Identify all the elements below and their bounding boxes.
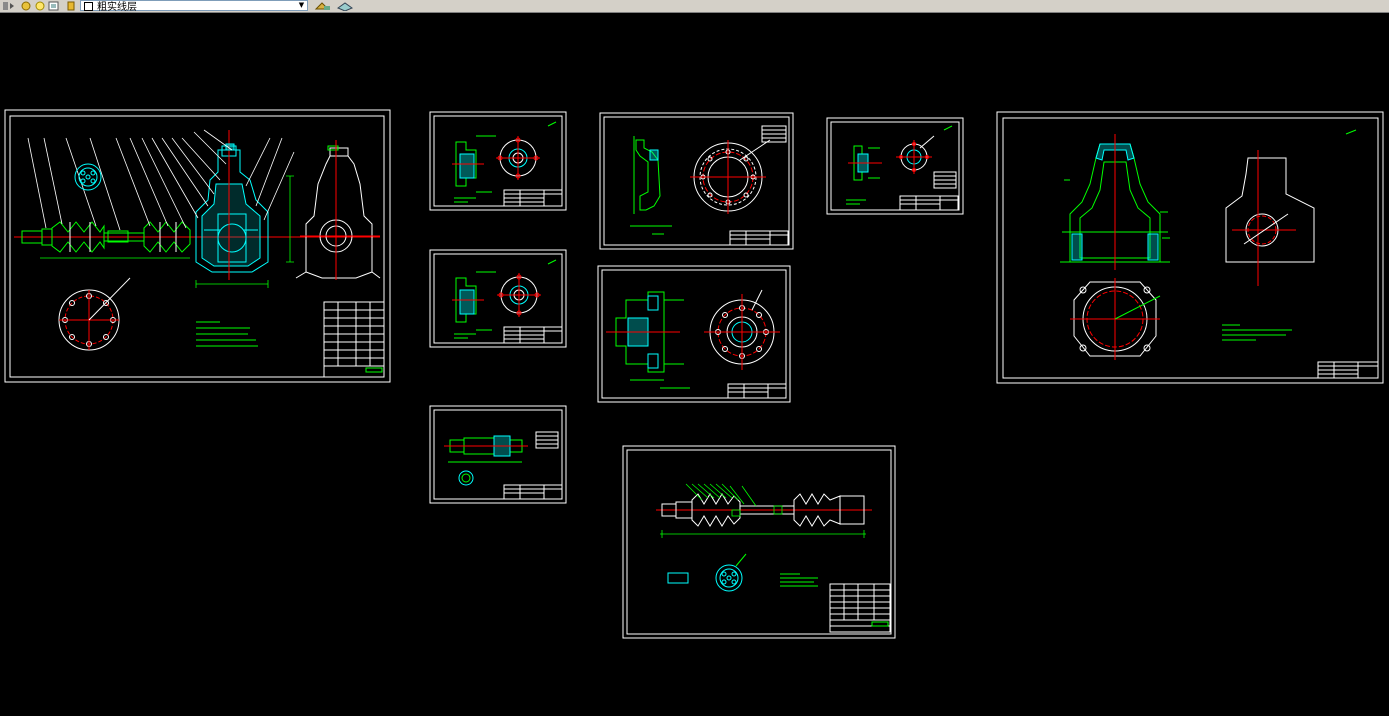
layer-toolbar: 粗实线层 ▼ (0, 0, 1389, 13)
sheet-flange-small-b[interactable] (429, 249, 567, 348)
sheet-flange-small-c[interactable] (826, 117, 964, 215)
layer-off-icon[interactable] (2, 1, 16, 11)
sheet-housing[interactable] (996, 111, 1384, 384)
sheet-hub-flange[interactable] (597, 265, 791, 403)
layer-name: 粗实线层 (97, 2, 137, 13)
layer-dropdown[interactable]: 粗实线层 ▼ (80, 0, 308, 13)
color-swatch-icon[interactable] (48, 1, 60, 11)
layer-previous-icon[interactable] (314, 1, 332, 11)
sheet-shaft-small[interactable] (429, 405, 567, 504)
lock-icon[interactable] (34, 1, 46, 11)
drawing-canvas[interactable] (0, 14, 1389, 716)
sheet-assembly-drawing[interactable] (4, 109, 391, 383)
sheet-ring-gear[interactable] (599, 112, 794, 250)
chevron-down-icon[interactable]: ▼ (297, 1, 306, 10)
sheet-halfshaft[interactable] (622, 445, 896, 639)
layer-color-swatch (84, 2, 93, 11)
sheet-flange-small-a[interactable] (429, 111, 567, 211)
freeze-icon[interactable] (20, 1, 32, 11)
layer-states-icon[interactable] (336, 1, 354, 11)
make-current-icon[interactable] (66, 1, 78, 11)
